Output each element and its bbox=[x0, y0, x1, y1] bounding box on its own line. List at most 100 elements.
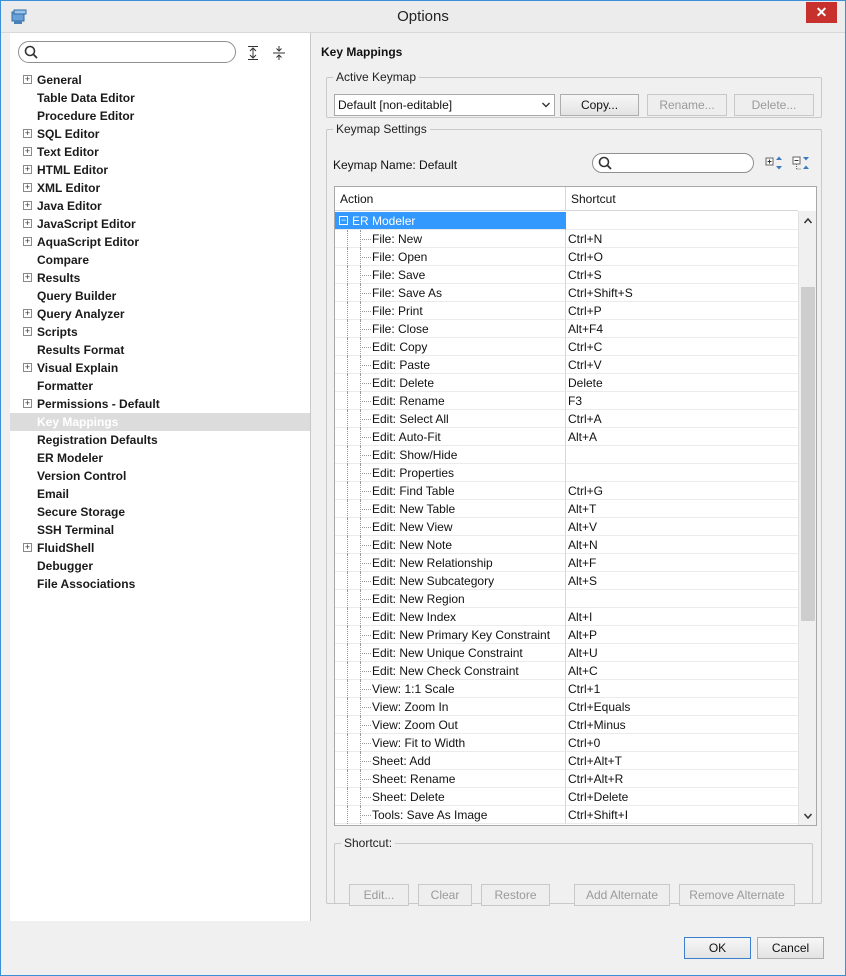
close-button[interactable]: ✕ bbox=[806, 2, 837, 23]
collapse-all-icon[interactable] bbox=[272, 45, 286, 61]
sidebar-item[interactable]: + Visual Explain bbox=[10, 359, 310, 377]
table-row[interactable]: Edit: New Check Constraint Alt+C bbox=[335, 662, 798, 680]
sidebar-item[interactable]: + SQL Editor bbox=[10, 125, 310, 143]
edit-shortcut-button[interactable]: Edit... bbox=[349, 884, 409, 906]
expand-node-icon[interactable]: + bbox=[23, 273, 32, 282]
expand-node-icon[interactable]: + bbox=[23, 183, 32, 192]
table-row[interactable]: Edit: New Table Alt+T bbox=[335, 500, 798, 518]
sidebar-item[interactable]: + Permissions - Default bbox=[10, 395, 310, 413]
table-row[interactable]: File: Print Ctrl+P bbox=[335, 302, 798, 320]
expand-node-icon[interactable]: + bbox=[23, 219, 32, 228]
sidebar-item[interactable]: Procedure Editor bbox=[10, 107, 310, 125]
table-row[interactable]: Edit: New Index Alt+I bbox=[335, 608, 798, 626]
add-alternate-button[interactable]: Add Alternate bbox=[574, 884, 670, 906]
table-row[interactable]: View: Zoom Out Ctrl+Minus bbox=[335, 716, 798, 734]
sidebar-item[interactable]: + Query Analyzer bbox=[10, 305, 310, 323]
table-row[interactable]: Edit: New Unique Constraint Alt+U bbox=[335, 644, 798, 662]
collapse-tree-icon[interactable] bbox=[792, 155, 810, 171]
keymap-search-input[interactable] bbox=[592, 153, 754, 173]
table-row[interactable]: View: Fit to Width Ctrl+0 bbox=[335, 734, 798, 752]
table-row[interactable]: Edit: Auto-Fit Alt+A bbox=[335, 428, 798, 446]
table-row[interactable]: Edit: Delete Delete bbox=[335, 374, 798, 392]
sidebar-item[interactable]: Formatter bbox=[10, 377, 310, 395]
table-row[interactable]: File: Close Alt+F4 bbox=[335, 320, 798, 338]
sidebar-item[interactable]: + JavaScript Editor bbox=[10, 215, 310, 233]
table-row[interactable]: Edit: Show/Hide bbox=[335, 446, 798, 464]
sidebar-item[interactable]: + XML Editor bbox=[10, 179, 310, 197]
sidebar-item[interactable]: Compare bbox=[10, 251, 310, 269]
tree-group-row[interactable]: − ER Modeler bbox=[335, 212, 798, 230]
table-scrollbar[interactable] bbox=[798, 211, 816, 825]
column-header-shortcut[interactable]: Shortcut bbox=[566, 187, 798, 211]
table-row[interactable]: View: 1:1 Scale Ctrl+1 bbox=[335, 680, 798, 698]
table-row[interactable]: File: Open Ctrl+O bbox=[335, 248, 798, 266]
scroll-up-icon[interactable] bbox=[803, 216, 813, 226]
sidebar-item[interactable]: + Scripts bbox=[10, 323, 310, 341]
sidebar-item[interactable]: Key Mappings bbox=[10, 413, 310, 431]
sidebar-item[interactable]: Query Builder bbox=[10, 287, 310, 305]
cancel-button[interactable]: Cancel bbox=[757, 937, 824, 959]
sidebar-search-input[interactable] bbox=[18, 41, 236, 63]
ok-button[interactable]: OK bbox=[684, 937, 751, 959]
table-row[interactable]: File: Save Ctrl+S bbox=[335, 266, 798, 284]
table-row[interactable]: Tools: Save As Image Ctrl+Shift+I bbox=[335, 806, 798, 824]
column-header-action[interactable]: Action bbox=[335, 187, 566, 211]
scrollbar-thumb[interactable] bbox=[801, 287, 815, 621]
table-row[interactable]: Edit: New Note Alt+N bbox=[335, 536, 798, 554]
sidebar-item[interactable]: Registration Defaults bbox=[10, 431, 310, 449]
expand-node-icon[interactable]: + bbox=[23, 147, 32, 156]
table-row[interactable]: Edit: Select All Ctrl+A bbox=[335, 410, 798, 428]
sidebar-item[interactable]: Email bbox=[10, 485, 310, 503]
sidebar-item[interactable]: + Java Editor bbox=[10, 197, 310, 215]
table-row[interactable]: Sheet: Add Ctrl+Alt+T bbox=[335, 752, 798, 770]
expand-node-icon[interactable]: + bbox=[23, 543, 32, 552]
sidebar-item[interactable]: File Associations bbox=[10, 575, 310, 593]
expand-node-icon[interactable]: + bbox=[23, 237, 32, 246]
scroll-down-icon[interactable] bbox=[803, 811, 813, 821]
sidebar-item[interactable]: Debugger bbox=[10, 557, 310, 575]
sidebar-item[interactable]: + Text Editor bbox=[10, 143, 310, 161]
collapse-node-icon[interactable]: − bbox=[339, 216, 348, 225]
sidebar-item[interactable]: SSH Terminal bbox=[10, 521, 310, 539]
delete-button[interactable]: Delete... bbox=[734, 94, 814, 116]
copy-button[interactable]: Copy... bbox=[560, 94, 639, 116]
sidebar-item[interactable]: + Results bbox=[10, 269, 310, 287]
table-row[interactable]: Edit: New Relationship Alt+F bbox=[335, 554, 798, 572]
restore-shortcut-button[interactable]: Restore bbox=[481, 884, 550, 906]
table-row[interactable]: Edit: Properties bbox=[335, 464, 798, 482]
table-row[interactable]: File: New Ctrl+N bbox=[335, 230, 798, 248]
remove-alternate-button[interactable]: Remove Alternate bbox=[679, 884, 795, 906]
rename-button[interactable]: Rename... bbox=[647, 94, 727, 116]
clear-shortcut-button[interactable]: Clear bbox=[418, 884, 472, 906]
table-row[interactable]: Sheet: Delete Ctrl+Delete bbox=[335, 788, 798, 806]
table-row[interactable]: Edit: New Region bbox=[335, 590, 798, 608]
table-row[interactable]: Edit: New Primary Key Constraint Alt+P bbox=[335, 626, 798, 644]
expand-tree-icon[interactable] bbox=[765, 155, 783, 171]
sidebar-item[interactable]: Version Control bbox=[10, 467, 310, 485]
keymap-select[interactable]: Default [non-editable] bbox=[334, 94, 555, 116]
expand-node-icon[interactable]: + bbox=[23, 309, 32, 318]
table-row[interactable]: Edit: Copy Ctrl+C bbox=[335, 338, 798, 356]
expand-node-icon[interactable]: + bbox=[23, 399, 32, 408]
sidebar-item[interactable]: Results Format bbox=[10, 341, 310, 359]
sidebar-item[interactable]: + HTML Editor bbox=[10, 161, 310, 179]
table-row[interactable]: Edit: New Subcategory Alt+S bbox=[335, 572, 798, 590]
sidebar-item[interactable]: ER Modeler bbox=[10, 449, 310, 467]
table-row[interactable]: View: Zoom In Ctrl+Equals bbox=[335, 698, 798, 716]
expand-node-icon[interactable]: + bbox=[23, 129, 32, 138]
table-row[interactable]: Edit: Rename F3 bbox=[335, 392, 798, 410]
sidebar-item[interactable]: Secure Storage bbox=[10, 503, 310, 521]
expand-node-icon[interactable]: + bbox=[23, 327, 32, 336]
table-row[interactable]: File: Save As Ctrl+Shift+S bbox=[335, 284, 798, 302]
expand-node-icon[interactable]: + bbox=[23, 75, 32, 84]
table-row[interactable]: Sheet: Rename Ctrl+Alt+R bbox=[335, 770, 798, 788]
sidebar-item[interactable]: + AquaScript Editor bbox=[10, 233, 310, 251]
sidebar-item[interactable]: + FluidShell bbox=[10, 539, 310, 557]
table-row[interactable]: Edit: Paste Ctrl+V bbox=[335, 356, 798, 374]
expand-node-icon[interactable]: + bbox=[23, 363, 32, 372]
table-row[interactable]: Edit: New View Alt+V bbox=[335, 518, 798, 536]
sidebar-item[interactable]: Table Data Editor bbox=[10, 89, 310, 107]
expand-node-icon[interactable]: + bbox=[23, 201, 32, 210]
sidebar-item[interactable]: + General bbox=[10, 71, 310, 89]
expand-all-icon[interactable] bbox=[246, 45, 260, 61]
